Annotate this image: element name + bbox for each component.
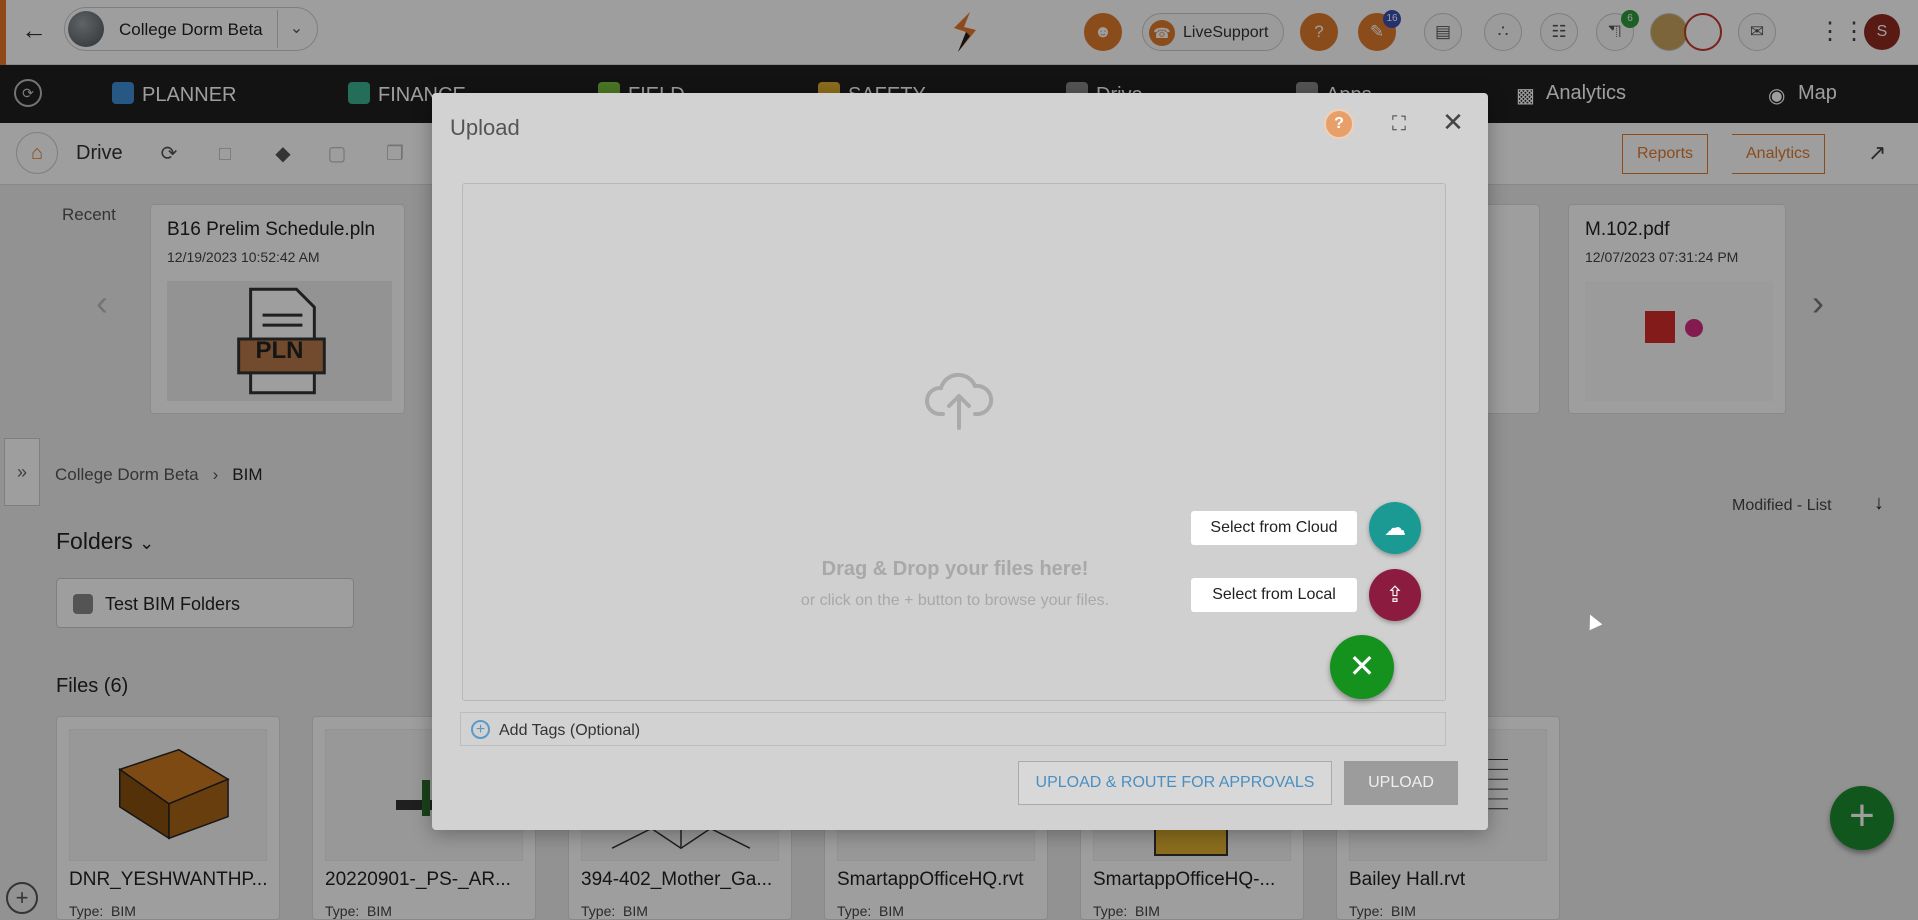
select-from-local-label[interactable]: Select from Local bbox=[1191, 578, 1357, 612]
add-tags-bar[interactable]: + Add Tags (Optional) bbox=[460, 712, 1446, 746]
upload-and-route-button[interactable]: UPLOAD & ROUTE FOR APPROVALS bbox=[1018, 761, 1332, 805]
add-tags-label: Add Tags (Optional) bbox=[499, 722, 641, 739]
cloud-upload-icon bbox=[925, 372, 994, 430]
local-upload-icon[interactable]: ⇪ bbox=[1369, 569, 1421, 621]
dialog-title: Upload bbox=[450, 115, 520, 140]
close-menu-fab-button[interactable]: ✕ bbox=[1330, 635, 1394, 699]
cloud-download-icon[interactable]: ☁ bbox=[1369, 502, 1421, 554]
file-drop-zone[interactable]: Drag & Drop your files here! or click on… bbox=[462, 183, 1446, 701]
upload-button[interactable]: UPLOAD bbox=[1344, 761, 1458, 805]
close-icon[interactable]: ✕ bbox=[1438, 107, 1468, 137]
maximize-icon[interactable]: ⛶ bbox=[1384, 109, 1414, 139]
plus-circle-icon: + bbox=[471, 720, 490, 739]
help-icon[interactable]: ? bbox=[1324, 109, 1354, 139]
select-from-cloud-label[interactable]: Select from Cloud bbox=[1191, 511, 1357, 545]
upload-dialog: Upload ? ⛶ ✕ Drag & Drop your files here… bbox=[432, 93, 1488, 830]
